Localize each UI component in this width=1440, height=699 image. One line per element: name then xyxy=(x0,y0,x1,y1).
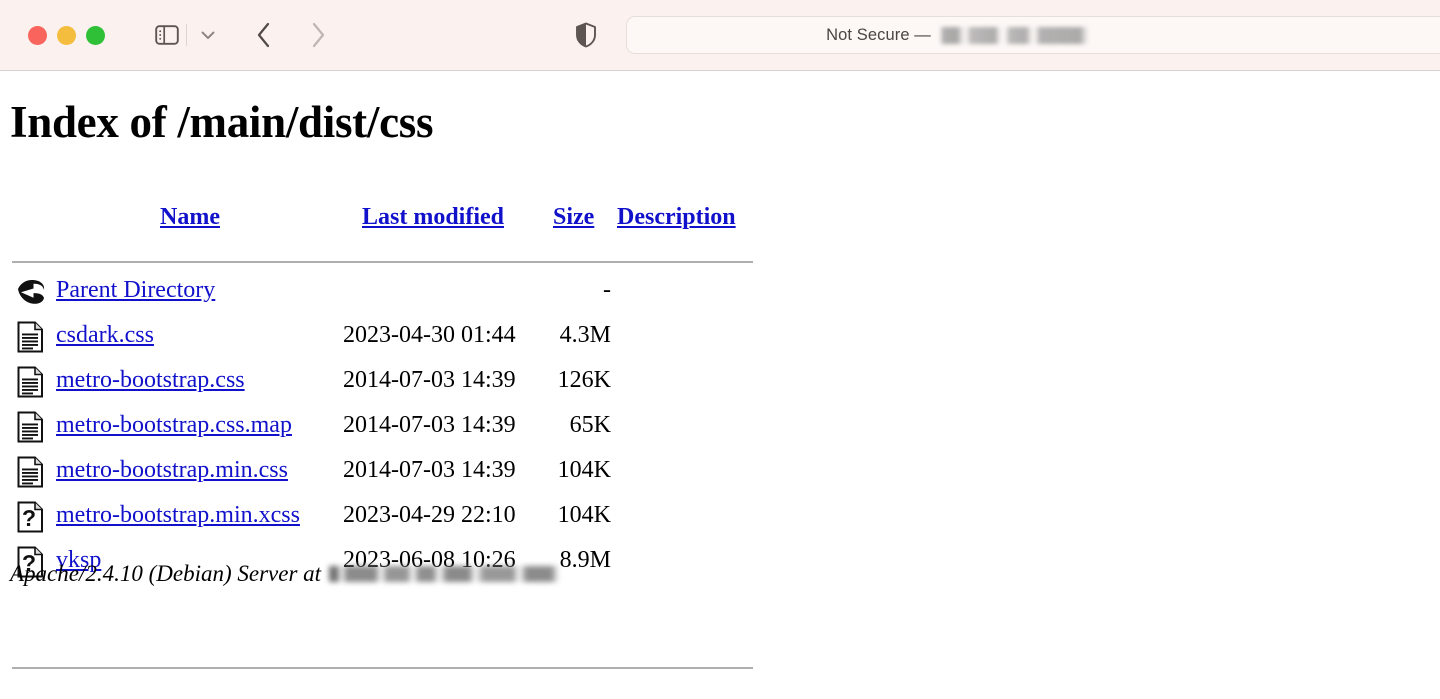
server-signature: Apache/2.4.10 (Debian) Server at xyxy=(10,561,559,587)
text-document-icon xyxy=(16,411,46,443)
privacy-report-button[interactable] xyxy=(571,20,601,50)
chevron-right-icon xyxy=(310,22,326,48)
shield-icon xyxy=(575,22,597,48)
file-last-modified: 2014-07-03 14:39 xyxy=(343,412,516,440)
file-link[interactable]: Parent Directory xyxy=(56,277,215,305)
sort-by-size-link[interactable]: Size xyxy=(553,205,594,229)
file-link[interactable]: csdark.css xyxy=(56,322,154,350)
table-row: Parent Directory - xyxy=(0,273,800,318)
footer-divider xyxy=(12,667,753,669)
back-arrow-icon xyxy=(16,276,46,308)
server-signature-text: Apache/2.4.10 (Debian) Server at xyxy=(10,561,321,587)
text-document-icon xyxy=(16,321,46,353)
forward-button[interactable] xyxy=(303,20,333,50)
navigation-buttons xyxy=(249,20,333,50)
chevron-left-icon xyxy=(256,22,272,48)
security-status-label: Not Secure — xyxy=(826,26,931,45)
sidebar-icon xyxy=(155,25,179,45)
header-divider xyxy=(12,261,753,263)
file-last-modified: 2014-07-03 14:39 xyxy=(343,457,516,485)
table-row: ? metro-bootstrap.min.xcss 2023-04-29 22:1… xyxy=(0,498,800,543)
back-arrow-icon xyxy=(16,276,46,308)
file-size: 65K xyxy=(520,412,611,440)
file-last-modified: 2023-04-29 22:10 xyxy=(343,502,516,530)
page-content: Index of /main/dist/css Name Last modifi… xyxy=(0,71,1440,699)
sort-by-description-link[interactable]: Description xyxy=(617,205,736,229)
maximize-window-button[interactable] xyxy=(86,26,105,45)
file-size: 4.3M xyxy=(520,322,611,350)
text-document-icon xyxy=(16,366,46,398)
unknown-document-icon: ? xyxy=(16,501,46,533)
table-row: metro-bootstrap.css.map 2014-07-03 14:396… xyxy=(0,408,800,453)
address-bar[interactable]: Not Secure — xyxy=(626,16,1440,54)
file-link[interactable]: metro-bootstrap.css xyxy=(56,367,245,395)
table-row: metro-bootstrap.min.css 2014-07-03 14:391… xyxy=(0,453,800,498)
toolbar-divider xyxy=(186,24,187,46)
file-size: - xyxy=(520,277,611,305)
listing-header-row: Name Last modified Size Description xyxy=(0,201,800,239)
window-controls xyxy=(28,26,105,45)
minimize-window-button[interactable] xyxy=(57,26,76,45)
svg-text:?: ? xyxy=(22,505,36,531)
file-size: 126K xyxy=(520,367,611,395)
sort-by-last-modified-link[interactable]: Last modified xyxy=(362,205,504,229)
text-document-icon xyxy=(16,366,46,398)
directory-listing: Name Last modified Size Description Pare… xyxy=(0,201,800,239)
unknown-document-icon: ? xyxy=(16,501,46,533)
file-size: 104K xyxy=(520,457,611,485)
text-document-icon xyxy=(16,321,46,353)
sidebar-toggle-button[interactable] xyxy=(150,20,184,50)
file-size: 104K xyxy=(520,502,611,530)
page-title: Index of /main/dist/css xyxy=(10,100,433,145)
chevron-down-icon xyxy=(200,30,216,40)
table-row: csdark.css 2023-04-30 01:444.3M xyxy=(0,318,800,363)
redacted-url xyxy=(940,27,1090,44)
file-last-modified: 2023-04-30 01:44 xyxy=(343,322,516,350)
back-button[interactable] xyxy=(249,20,279,50)
redacted-hostname xyxy=(329,566,559,582)
table-row: metro-bootstrap.css 2014-07-03 14:39126K xyxy=(0,363,800,408)
text-document-icon xyxy=(16,456,46,488)
file-link[interactable]: metro-bootstrap.css.map xyxy=(56,412,292,440)
file-last-modified: 2014-07-03 14:39 xyxy=(343,367,516,395)
file-rows: Parent Directory - csdark.css 2023-04-30 01… xyxy=(0,273,800,588)
close-window-button[interactable] xyxy=(28,26,47,45)
file-link[interactable]: metro-bootstrap.min.xcss xyxy=(56,502,300,530)
sidebar-dropdown-button[interactable] xyxy=(193,20,223,50)
sidebar-controls xyxy=(150,20,223,50)
sort-by-name-link[interactable]: Name xyxy=(160,205,220,229)
text-document-icon xyxy=(16,411,46,443)
file-link[interactable]: metro-bootstrap.min.css xyxy=(56,457,288,485)
text-document-icon xyxy=(16,456,46,488)
browser-toolbar: Not Secure — xyxy=(0,0,1440,71)
address-bar-content: Not Secure — xyxy=(826,26,1090,45)
